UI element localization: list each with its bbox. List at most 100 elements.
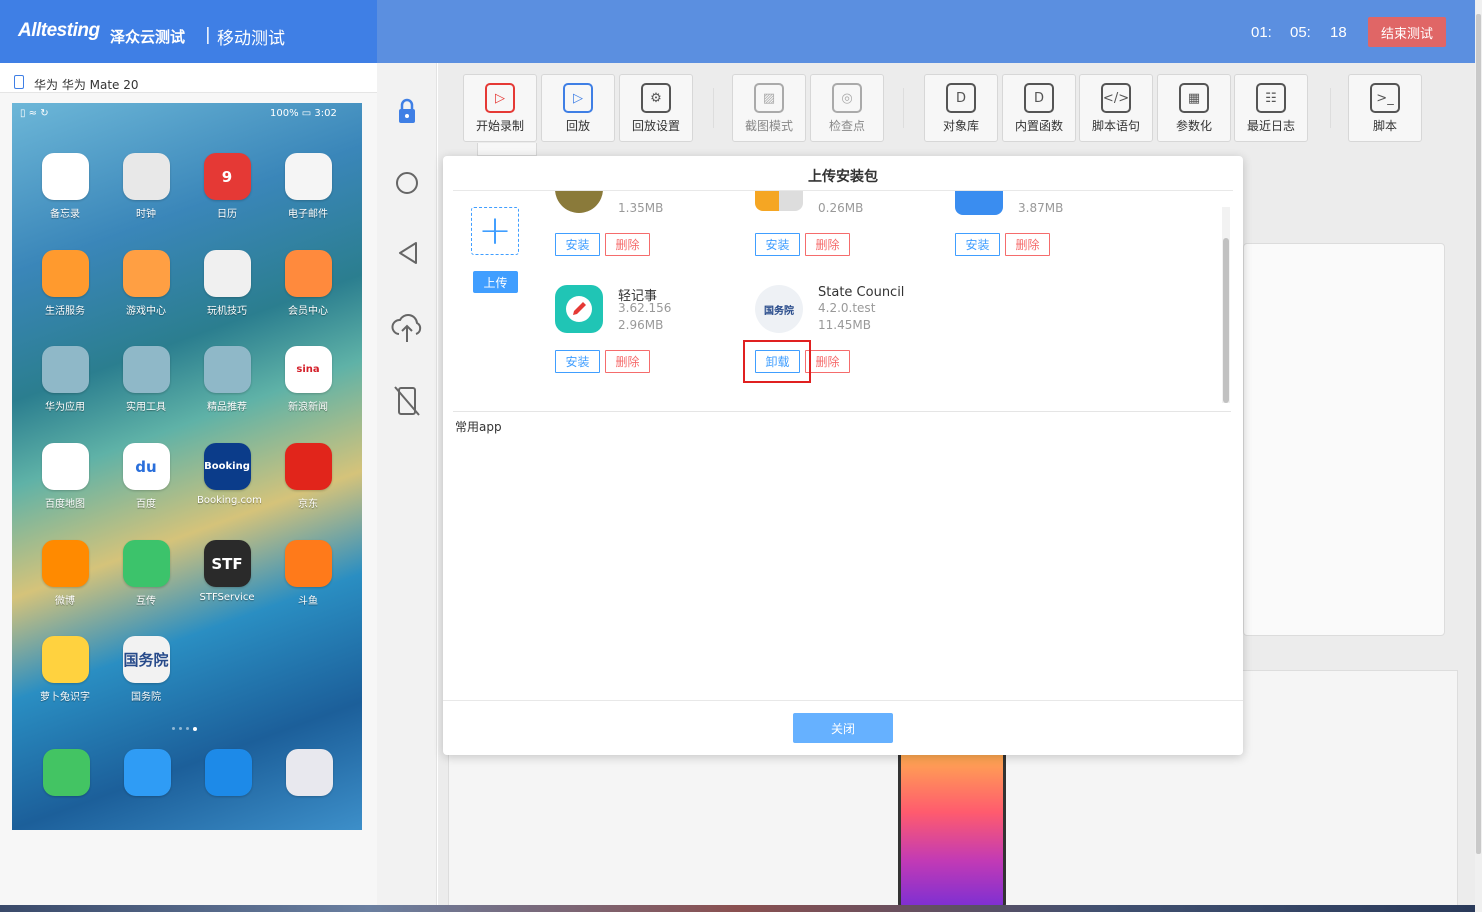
folder-icon	[203, 346, 251, 393]
delete-button[interactable]: 删除	[805, 350, 850, 373]
timer-hours: 01:	[1251, 24, 1272, 41]
toolbar-playback-button[interactable]: ▷ 回放	[541, 74, 615, 142]
app-label: 新浪新闻	[288, 402, 328, 413]
toolbar-label: 截图模式	[744, 119, 793, 133]
app-folder[interactable]: 精品推荐	[197, 346, 257, 413]
app-share-arrows[interactable]: 互传	[116, 540, 176, 607]
app-map-pin[interactable]: 百度地图	[35, 443, 95, 510]
timer-minutes: 05:	[1290, 24, 1311, 41]
back-triangle-icon[interactable]	[396, 240, 420, 269]
app-tips[interactable]: 玩机技巧	[197, 250, 257, 317]
app-sina[interactable]: sina 新浪新闻	[278, 346, 338, 413]
booking-icon: Booking	[203, 443, 251, 490]
app-label: STFService	[199, 592, 255, 603]
app-label: 备忘录	[50, 209, 80, 220]
app-baidu-paw[interactable]: du 百度	[116, 443, 176, 510]
app-gamepad[interactable]: 游戏中心	[116, 250, 176, 317]
toolbar-gear-button[interactable]: ⚙ 回放设置	[619, 74, 693, 142]
script-statement-icon: </>	[1101, 83, 1131, 113]
toolbar-terminal-button[interactable]: >_ 脚本	[1348, 74, 1422, 142]
state-council-icon: 国务院	[755, 285, 803, 333]
app-douyu[interactable]: 斗鱼	[278, 540, 338, 607]
page-dots	[172, 727, 202, 731]
install-button[interactable]: 安装	[555, 233, 600, 256]
dock-browser[interactable]	[198, 749, 258, 796]
toolbar-label: 脚本	[1372, 119, 1397, 133]
app-cup[interactable]: 生活服务	[35, 250, 95, 317]
delete-button[interactable]: 删除	[605, 233, 650, 256]
install-button[interactable]: 安装	[755, 233, 800, 256]
package-icon-shape	[955, 191, 1003, 215]
browser-icon	[204, 749, 252, 796]
app-rabbit[interactable]: 萝卜兔识字	[35, 636, 95, 703]
app-clock[interactable]: 时钟	[116, 153, 176, 220]
toolbar-screenshot-button[interactable]: ▨ 截图模式	[732, 74, 806, 142]
object-lib-icon: D	[946, 83, 976, 113]
gear-icon: ⚙	[641, 83, 671, 113]
toolbar-label: 回放	[565, 119, 590, 133]
app-weibo[interactable]: 微博	[35, 540, 95, 607]
toolbar-collapse-tab[interactable]	[477, 143, 537, 156]
toolbar-log-button[interactable]: ☷ 最近日志	[1234, 74, 1308, 142]
app-label: Booking.com	[197, 495, 262, 506]
package-size: 0.26MB	[818, 201, 864, 213]
app-label: 日历	[217, 209, 237, 220]
app-stf[interactable]: STF STFService	[197, 540, 257, 603]
weibo-icon	[41, 540, 89, 587]
toolbar-builtin-func-button[interactable]: D 内置函数	[1002, 74, 1076, 142]
notes-icon	[41, 153, 89, 200]
upload-button[interactable]: 上传	[473, 271, 518, 293]
app-booking[interactable]: Booking Booking.com	[197, 443, 262, 506]
app-label: 百度	[136, 499, 156, 510]
app-folder[interactable]: 实用工具	[116, 346, 176, 413]
dock-phone[interactable]	[36, 749, 96, 796]
baidu-paw-icon: du	[122, 443, 170, 490]
end-test-button[interactable]: 结束测试	[1368, 17, 1446, 47]
toolbar-object-lib-button[interactable]: D 对象库	[924, 74, 998, 142]
app-notes[interactable]: 备忘录	[35, 153, 95, 220]
message-icon	[123, 749, 171, 796]
dialog-footer-divider	[443, 700, 1243, 701]
dock-camera[interactable]	[279, 749, 339, 796]
app-label: 精品推荐	[207, 402, 247, 413]
toolbar-parameterize-button[interactable]: ▦ 参数化	[1157, 74, 1231, 142]
page-scrollbar-thumb[interactable]	[1476, 14, 1481, 854]
toolbar-record-button[interactable]: ▷ 开始录制	[463, 74, 537, 142]
toolbar-checkpoint-button[interactable]: ◎ 检查点	[810, 74, 884, 142]
app-gov[interactable]: 国务院 国务院	[116, 636, 176, 703]
rabbit-icon	[41, 636, 89, 683]
dock-message[interactable]	[117, 749, 177, 796]
lock-icon[interactable]	[397, 97, 417, 128]
cloud-upload-icon[interactable]	[389, 308, 425, 347]
device-disconnect-icon[interactable]	[393, 385, 421, 420]
app-label: 国务院	[131, 692, 161, 703]
app-calendar[interactable]: 9 日历	[197, 153, 257, 220]
toolbar-divider	[1330, 88, 1331, 128]
playback-icon: ▷	[563, 83, 593, 113]
app-diamond[interactable]: 会员中心	[278, 250, 338, 317]
toolbar-label: 内置函数	[1014, 119, 1063, 133]
app-mail[interactable]: 电子邮件	[278, 153, 338, 220]
install-button[interactable]: 安装	[955, 233, 1000, 256]
app-label: 百度地图	[45, 499, 85, 510]
upload-plus-icon[interactable]: +	[471, 207, 519, 255]
close-button[interactable]: 关闭	[793, 713, 893, 743]
dialog-scrollbar-thumb[interactable]	[1223, 238, 1229, 403]
app-folder[interactable]: 华为应用	[35, 346, 95, 413]
device-name: 华为 华为 Mate 20	[34, 78, 139, 92]
app-label: 玩机技巧	[207, 306, 247, 317]
toolbar-script-statement-button[interactable]: </> 脚本语句	[1079, 74, 1153, 142]
map-pin-icon	[41, 443, 89, 490]
delete-button[interactable]: 删除	[805, 233, 850, 256]
install-button[interactable]: 安装	[555, 350, 600, 373]
taskbar-strip	[0, 905, 1475, 912]
background-phone-preview	[898, 745, 1006, 912]
share-arrows-icon	[122, 540, 170, 587]
phone-icon	[42, 749, 90, 796]
home-circle-icon[interactable]	[395, 171, 419, 198]
mail-icon	[284, 153, 332, 200]
clock-icon	[122, 153, 170, 200]
delete-button[interactable]: 删除	[605, 350, 650, 373]
delete-button[interactable]: 删除	[1005, 233, 1050, 256]
app-jd[interactable]: 京东	[278, 443, 338, 510]
